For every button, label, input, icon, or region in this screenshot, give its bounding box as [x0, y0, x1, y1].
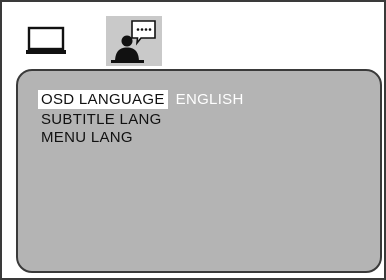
subtitle-lang-label: SUBTITLE LANG: [41, 111, 162, 128]
person-speech-bubble-icon: [111, 20, 156, 63]
menu-item-osd-language[interactable]: OSD LANGUAGE ENGLISH: [38, 90, 244, 109]
monitor-icon: [26, 26, 66, 54]
general-setup-tab[interactable]: [18, 16, 74, 66]
language-menu-panel: OSD LANGUAGE ENGLISH SUBTITLE LANG MENU …: [16, 69, 382, 273]
menu-item-subtitle-lang[interactable]: SUBTITLE LANG: [38, 110, 165, 129]
language-setup-tab[interactable]: [106, 16, 162, 66]
osd-language-label: OSD LANGUAGE: [38, 90, 168, 109]
menu-lang-label: MENU LANG: [41, 129, 133, 146]
osd-setup-screen: OSD LANGUAGE ENGLISH SUBTITLE LANG MENU …: [0, 0, 386, 280]
menu-item-menu-lang[interactable]: MENU LANG: [38, 128, 136, 147]
osd-language-value: ENGLISH: [175, 91, 244, 108]
